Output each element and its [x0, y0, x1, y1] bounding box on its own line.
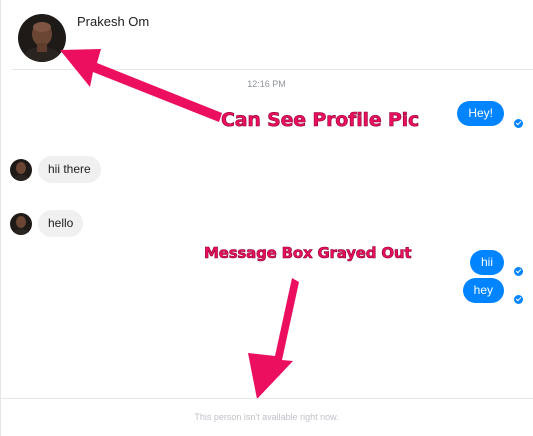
annotation-message-box: Message Box Grayed Out [204, 244, 412, 263]
arrow-profile-icon [60, 49, 222, 122]
annotation-arrows [60, 49, 299, 399]
composer-divider [0, 398, 533, 399]
unavailable-notice: This person isn't available right now. [194, 412, 339, 422]
arrow-message-box-icon [248, 278, 299, 399]
annotation-profile-pic: Can See Profile Pic [221, 109, 420, 132]
